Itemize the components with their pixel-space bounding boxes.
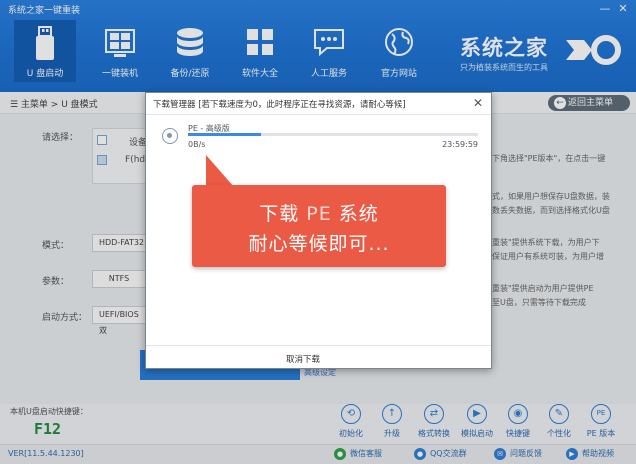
dialog-footer: 取消下载 (146, 345, 491, 369)
disc-icon (162, 128, 178, 144)
dialog-title: 下载管理器 [若下载速度为0，此时程序正在寻找资源，请耐心等候] (153, 100, 406, 110)
cancel-download-button[interactable]: 取消下载 (286, 353, 320, 365)
callout-prefix: 下载 (259, 203, 307, 225)
callout-line-2: 耐心等候即可... (248, 233, 390, 255)
dialog-header: 下载管理器 [若下载速度为0，此时程序正在寻找资源，请耐心等候] ✕ (146, 93, 491, 115)
download-progress-bar (188, 133, 478, 136)
download-speed: 0B/s (188, 140, 206, 149)
dialog-close-button[interactable]: ✕ (471, 96, 485, 110)
download-item: PE - 高级版 0B/s 23:59:59 (158, 120, 480, 154)
callout-line-1: 下载 PE 系统 (192, 199, 446, 226)
download-progress-fill (188, 133, 261, 136)
callout-pointer (206, 155, 234, 187)
download-eta: 23:59:59 (442, 140, 478, 149)
callout-pe: PE (306, 203, 332, 225)
download-callout: 下载 PE 系统 耐心等候即可... (192, 185, 446, 267)
callout-suffix: 系统 (331, 203, 379, 225)
app-window: 系统之家一键重装 — ✕ U 盘启动 一键装机 备份/还原 软件大全 人工服务 … (0, 0, 636, 464)
